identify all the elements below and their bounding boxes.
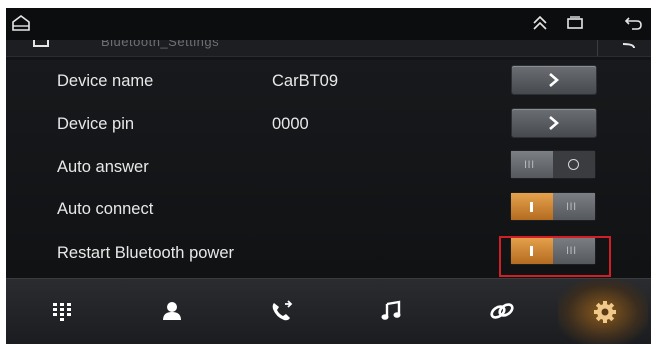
dialpad-icon xyxy=(53,303,71,321)
home-outline-icon[interactable] xyxy=(11,14,31,32)
setting-label: Auto answer xyxy=(57,158,149,176)
on-bar-icon xyxy=(530,202,533,212)
settings-gear-icon xyxy=(594,301,616,323)
setting-value: 0000 xyxy=(272,115,309,133)
setting-row-device-name[interactable]: Device name CarBT09 xyxy=(6,60,651,102)
setting-label: Device name xyxy=(57,72,154,90)
off-ring-icon xyxy=(568,159,579,170)
nav-settings[interactable] xyxy=(558,279,648,344)
nav-music[interactable] xyxy=(345,279,435,344)
auto-connect-toggle[interactable]: III xyxy=(511,193,595,220)
edit-device-name-button[interactable] xyxy=(512,66,596,94)
back-arrow-icon[interactable] xyxy=(620,40,638,56)
double-chevron-up-icon[interactable] xyxy=(530,14,550,32)
setting-value: CarBT09 xyxy=(272,72,339,90)
nav-connection[interactable] xyxy=(454,279,544,344)
divider xyxy=(597,40,598,56)
highlight-box xyxy=(499,236,611,277)
toggle-ticks: III xyxy=(566,201,577,213)
contacts-icon xyxy=(163,302,181,320)
call-log-icon xyxy=(272,300,293,321)
bottom-nav-bar xyxy=(6,278,651,344)
auto-answer-toggle[interactable]: III xyxy=(511,151,595,178)
link-icon xyxy=(490,303,514,319)
setting-row-device-pin[interactable]: Device pin 0000 xyxy=(6,103,651,145)
toggle-ticks: III xyxy=(524,159,535,171)
home-icon[interactable] xyxy=(31,40,51,55)
car-screen: Bluetooth_Settings Device name CarBT09 D… xyxy=(6,8,651,344)
setting-label: Auto connect xyxy=(57,200,154,218)
nav-contacts[interactable] xyxy=(126,279,216,344)
setting-row-auto-connect[interactable]: Auto connect III xyxy=(6,188,651,230)
title-bar: Bluetooth_Settings xyxy=(6,40,651,57)
recent-apps-icon[interactable] xyxy=(565,14,585,32)
toggle-on-indicator xyxy=(511,193,553,220)
nav-dialpad[interactable] xyxy=(16,279,106,344)
edit-device-pin-button[interactable] xyxy=(512,109,596,137)
status-bar xyxy=(6,8,651,40)
setting-row-auto-answer[interactable]: Auto answer III xyxy=(6,146,651,188)
nav-call-log[interactable] xyxy=(235,279,325,344)
page-title: Bluetooth_Settings xyxy=(101,40,220,49)
toggle-off-indicator xyxy=(553,151,595,178)
music-icon xyxy=(381,300,401,320)
setting-label: Restart Bluetooth power xyxy=(57,244,235,262)
toggle-knob: III xyxy=(511,151,553,178)
back-icon[interactable] xyxy=(623,14,643,32)
setting-label: Device pin xyxy=(57,115,135,133)
chevron-right-icon xyxy=(549,73,559,87)
chevron-right-icon xyxy=(549,116,559,130)
toggle-knob: III xyxy=(553,193,595,220)
